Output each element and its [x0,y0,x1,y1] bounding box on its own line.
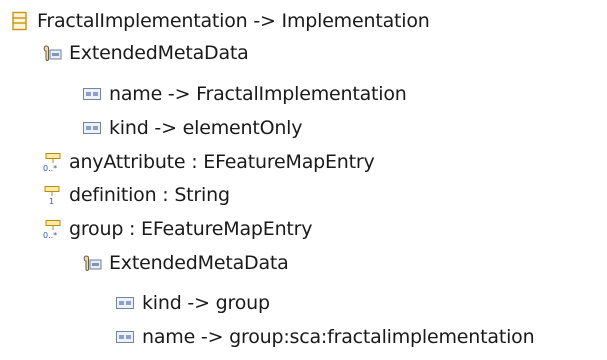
tree-item-label: FractalImplementation -> Implementation [37,10,430,32]
tree-item-detail-entry[interactable]: kind -> elementOnly [82,113,303,143]
tree-item-label: kind -> elementOnly [109,117,303,139]
tree-item-detail-entry[interactable]: name -> FractalImplementation [82,79,407,109]
eattribute-single-icon: 1 [42,185,62,205]
detail-entry-icon [82,118,102,138]
tree-item-fractal-implementation[interactable]: FractalImplementation -> Implementation [10,6,430,36]
tree-item-label: ExtendedMetaData [69,42,249,64]
tree-item-attribute-definition[interactable]: 1 definition : String [42,180,230,210]
tree-item-extended-metadata[interactable]: ExtendedMetaData [82,248,289,278]
tree-item-label: group : EFeatureMapEntry [69,218,313,240]
tree-item-extended-metadata[interactable]: ExtendedMetaData [42,38,249,68]
multiplicity-label: 0..* [43,164,57,172]
tree-item-detail-entry[interactable]: name -> group:sca:fractalimplementation [115,322,535,352]
multiplicity-label: 0..* [43,231,57,239]
eclass-icon [10,11,30,31]
tree-item-attribute-any-attribute[interactable]: 0..* anyAttribute : EFeatureMapEntry [42,147,375,177]
tree-item-label: kind -> group [142,292,270,314]
tree-item-label: name -> FractalImplementation [109,83,407,105]
tree-item-label: definition : String [69,184,230,206]
tree-item-detail-entry[interactable]: kind -> group [115,288,270,318]
tree-item-label: anyAttribute : EFeatureMapEntry [69,151,375,173]
eattribute-many-icon: 0..* [42,152,62,172]
tree-item-label: name -> group:sca:fractalimplementation [142,326,535,348]
tree-item-label: ExtendedMetaData [109,252,289,274]
multiplicity-label: 1 [49,197,54,205]
ecore-tree-view: FractalImplementation -> Implementation … [0,0,607,360]
tree-item-attribute-group[interactable]: 0..* group : EFeatureMapEntry [42,214,313,244]
detail-entry-icon [115,327,135,347]
annotation-icon [82,253,102,273]
annotation-icon [42,43,62,63]
detail-entry-icon [82,84,102,104]
detail-entry-icon [115,293,135,313]
eattribute-many-icon: 0..* [42,219,62,239]
